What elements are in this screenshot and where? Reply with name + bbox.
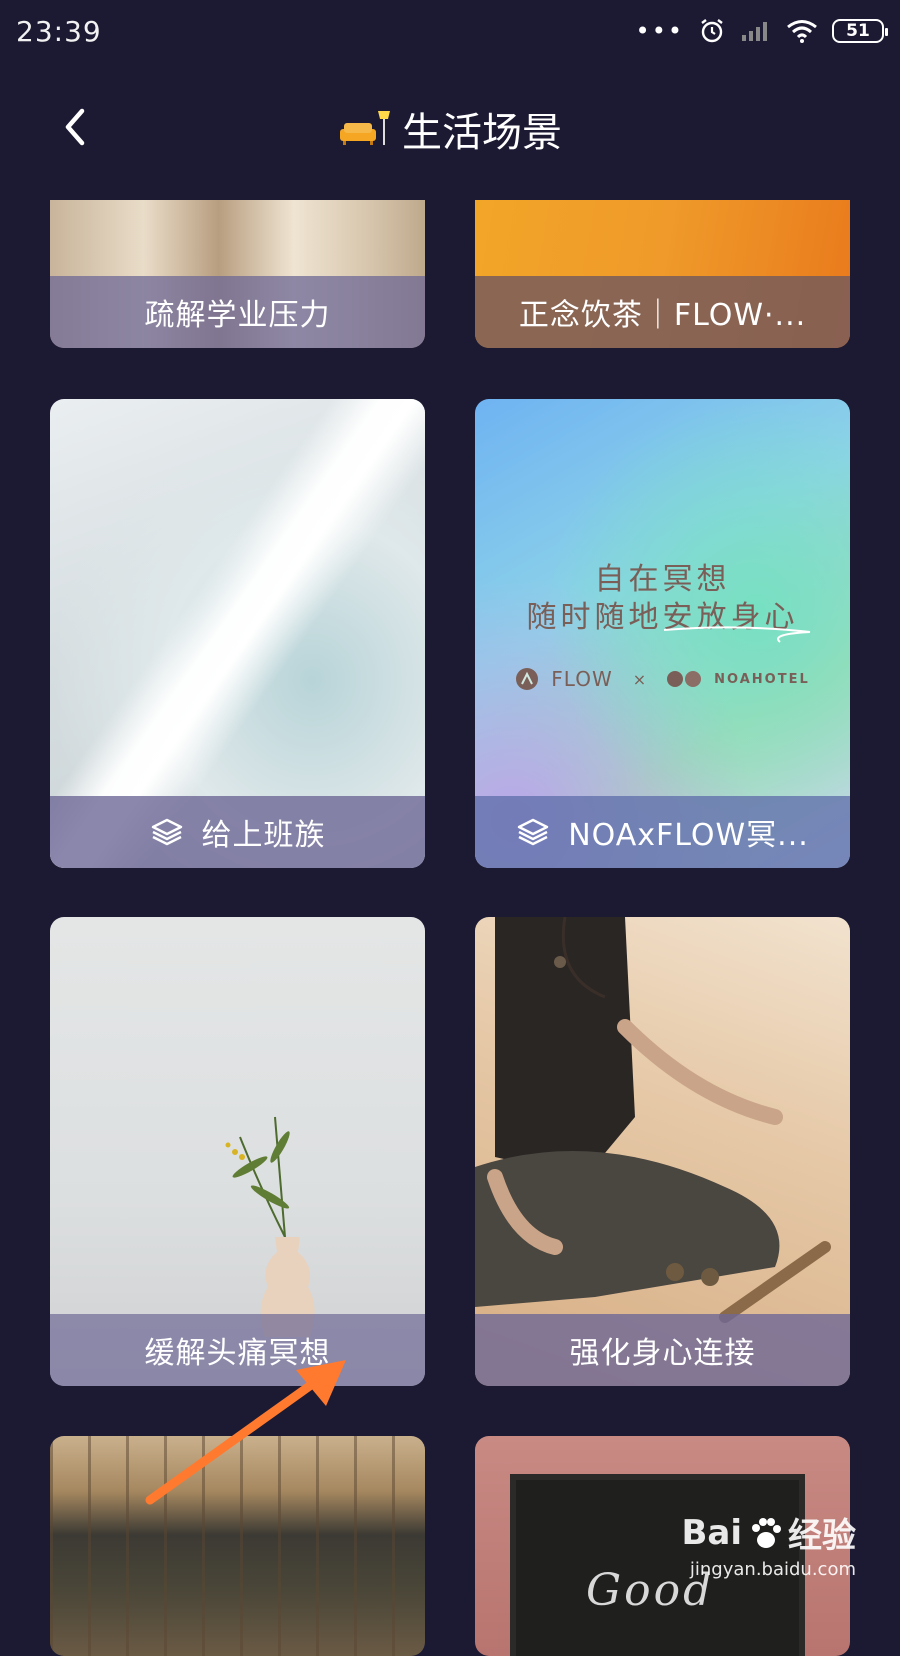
watermark-url: jingyan.baidu.com (689, 1559, 856, 1580)
scene-card[interactable]: 给上班族 (50, 399, 425, 868)
poster-brands: FLOW × NOAHOTEL (475, 667, 850, 691)
card-label: 正念饮茶｜FLOW·... (518, 298, 807, 333)
card-label-bar: 强化身心连接 (475, 1314, 850, 1386)
battery-icon: 51 (832, 19, 888, 43)
scene-card[interactable]: 缓解头痛冥想 (50, 917, 425, 1386)
more-dots-icon: ••• (635, 17, 684, 45)
header: 生活场景 (0, 62, 900, 200)
scene-card[interactable]: 强化身心连接 (475, 917, 850, 1386)
poster-brand-right: NOAHOTEL (714, 671, 810, 687)
status-icons: ••• 51 (635, 17, 888, 45)
card-label: 疏解学业压力 (144, 298, 331, 333)
card-label: 强化身心连接 (569, 1336, 756, 1371)
collection-icon (518, 818, 549, 846)
watermark-brand: Bai (681, 1512, 742, 1553)
watermark: Bai 经验 jingyan.baidu.com (681, 1508, 856, 1581)
card-label-bar: NOAxFLOW冥... (475, 796, 850, 868)
card-label-bar: 给上班族 (50, 796, 425, 868)
scene-card[interactable] (50, 1436, 425, 1656)
card-label: 给上班族 (201, 818, 326, 853)
paw-icon (752, 1517, 781, 1548)
poster-brand-sep: × (632, 669, 647, 689)
scene-card[interactable]: 自在冥想 随时随地安放身心 FLOW × NOAHOTEL NOAxFLOW冥.… (475, 399, 850, 868)
card-label: 缓解头痛冥想 (144, 1336, 331, 1371)
watermark-brand-cn: 经验 (788, 1516, 856, 1556)
poster-brand-left: FLOW (551, 667, 613, 691)
wifi-icon (787, 20, 817, 43)
signal-icon (742, 22, 767, 41)
card-label-bar: 正念饮茶｜FLOW·... (475, 276, 850, 348)
watermark-logo: Bai 经验 (681, 1508, 856, 1557)
alarm-icon (701, 19, 723, 43)
page-title: 生活场景 (0, 100, 900, 158)
scene-card[interactable]: 正念饮茶｜FLOW·... (475, 180, 850, 348)
collection-icon (151, 818, 182, 846)
poster-underline-icon (663, 626, 811, 643)
page-title-text: 生活场景 (402, 110, 562, 156)
status-time: 23:39 (16, 14, 102, 48)
status-bar: 23:39 ••• 51 (0, 0, 900, 62)
scene-card[interactable]: 疏解学业压力 (50, 180, 425, 348)
sofa-lamp-icon (340, 111, 390, 145)
noahotel-logo-icon (667, 671, 702, 687)
card-label-bar: 疏解学业压力 (50, 276, 425, 348)
scene-grid: 疏解学业压力 正念饮茶｜FLOW·... 给上班族 自在冥想 随时随地安放身心 (0, 180, 900, 1656)
card-image (50, 1436, 425, 1656)
battery-level: 51 (846, 21, 870, 41)
card-label-bar: 缓解头痛冥想 (50, 1314, 425, 1386)
card-label: NOAxFLOW冥... (568, 818, 809, 853)
flow-logo-icon (516, 668, 539, 690)
